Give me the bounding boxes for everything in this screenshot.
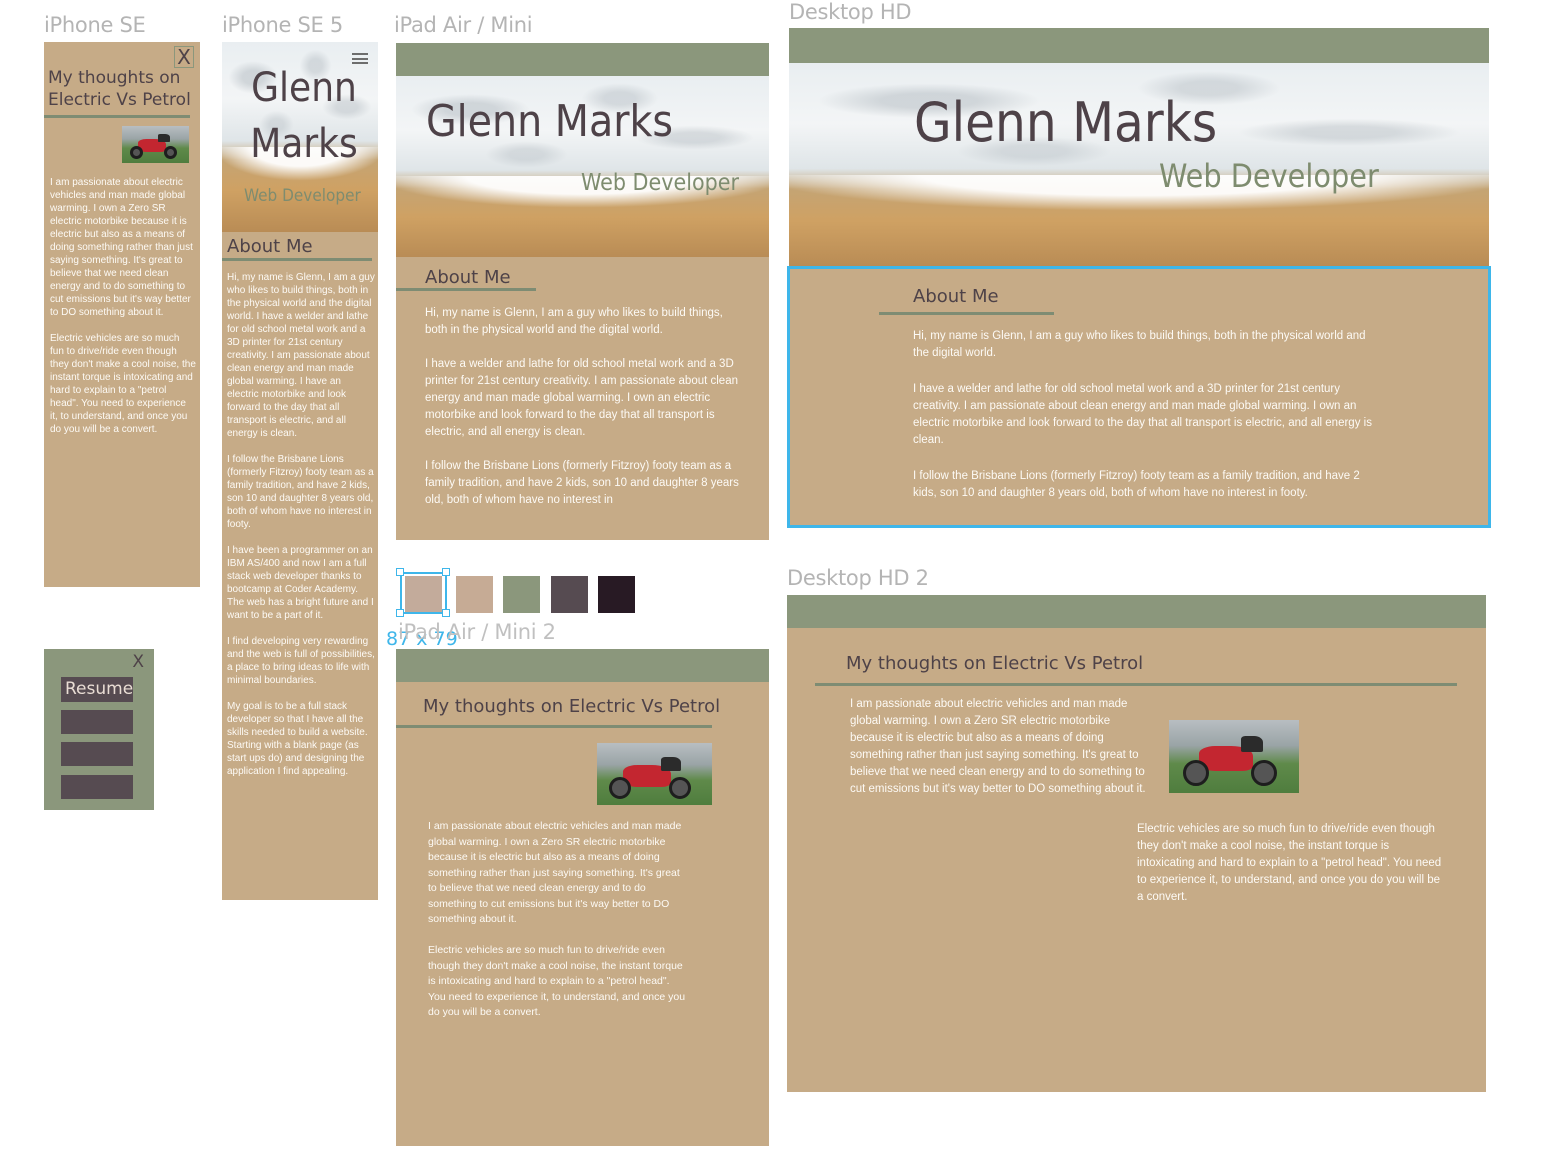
article-body: I am passionate about electric vehicles … (50, 176, 196, 436)
color-swatch-3[interactable] (503, 576, 540, 613)
selection-box[interactable] (400, 572, 447, 614)
frame-label-desktop: Desktop HD (789, 0, 912, 24)
article-body-secondary: Electric vehicles are so much fun to dri… (1137, 821, 1447, 906)
hero-role: Web Developer (244, 186, 361, 206)
top-bar (396, 649, 769, 682)
close-icon[interactable]: X (174, 46, 194, 68)
paragraph: I have been a programmer on an IBM AS/40… (227, 545, 374, 621)
hero-role: Web Developer (1159, 157, 1379, 195)
frame-label-ipad2: iPad Air / Mini 2 (398, 620, 556, 644)
paragraph: My goal is to be a full stack developer … (227, 701, 368, 777)
paragraph: Hi, my name is Glenn, I am a guy who lik… (425, 307, 723, 336)
frame-iphone-se[interactable]: X My thoughts on Electric Vs Petrol I am… (44, 42, 200, 587)
frame-desktop2[interactable]: My thoughts on Electric Vs Petrol I am p… (787, 595, 1486, 1092)
paragraph: Hi, my name is Glenn, I am a guy who lik… (227, 272, 375, 439)
selected-section-outline[interactable] (787, 266, 1491, 528)
menu-item[interactable] (61, 710, 133, 734)
paragraph: I am passionate about electric vehicles … (50, 177, 193, 318)
title-underline (815, 683, 1457, 686)
title-underline (396, 725, 712, 728)
frame-label-iphone-se: iPhone SE (44, 13, 146, 37)
frame-label-ipad: iPad Air / Mini (394, 13, 533, 37)
frame-iphone-se5[interactable]: Glenn Marks Web Developer About Me Hi, m… (222, 42, 378, 900)
color-swatch-5[interactable] (598, 576, 635, 613)
about-body: Hi, my name is Glenn, I am a guy who lik… (425, 305, 741, 509)
frame-ipad2[interactable]: My thoughts on Electric Vs Petrol I am p… (396, 649, 769, 1146)
resize-handle[interactable] (396, 609, 404, 617)
frame-iphone-se-menu[interactable]: X Resume (44, 649, 154, 810)
article-title: My thoughts on Electric Vs Petrol (423, 696, 721, 717)
paragraph: I am passionate about electric vehicles … (428, 820, 682, 925)
resize-handle[interactable] (396, 568, 404, 576)
article-title: My thoughts on Electric Vs Petrol (846, 653, 1144, 674)
close-icon[interactable]: X (132, 652, 144, 672)
hero-banner: Glenn Marks Web Developer (789, 63, 1489, 266)
frame-label-desktop2: Desktop HD 2 (787, 566, 929, 590)
color-swatch-2[interactable] (456, 576, 493, 613)
section-title: About Me (425, 267, 511, 288)
menu-item-label: Resume (65, 679, 134, 699)
menu-item-resume[interactable]: Resume (61, 677, 133, 702)
motorbike-photo (597, 743, 712, 805)
article-body: I am passionate about electric vehicles … (428, 819, 686, 1021)
section-underline (396, 288, 536, 291)
motorbike-photo (122, 126, 189, 163)
color-swatch-4[interactable] (551, 576, 588, 613)
article-title: My thoughts on Electric Vs Petrol (48, 68, 191, 110)
paragraph: I am passionate about electric vehicles … (850, 698, 1146, 795)
hero-name: Glenn Marks (426, 96, 674, 147)
paragraph: I follow the Brisbane Lions (formerly Fi… (227, 454, 374, 530)
title-underline (44, 115, 190, 118)
paragraph: I follow the Brisbane Lions (formerly Fi… (425, 460, 739, 506)
paragraph: Electric vehicles are so much fun to dri… (50, 333, 196, 435)
hero-banner: Glenn Marks Web Developer (222, 42, 378, 232)
menu-item[interactable] (61, 775, 133, 799)
resize-handle[interactable] (442, 568, 450, 576)
frame-ipad[interactable]: Glenn Marks Web Developer About Me Hi, m… (396, 43, 769, 540)
paragraph: I find developing very rewarding and the… (227, 636, 375, 686)
paragraph: I have a welder and lathe for old school… (425, 358, 738, 438)
resize-handle[interactable] (442, 609, 450, 617)
about-body: Hi, my name is Glenn, I am a guy who lik… (227, 271, 375, 778)
hero-role: Web Developer (581, 170, 739, 196)
motorbike-photo (1169, 720, 1299, 793)
frame-label-iphone-se5: iPhone SE 5 (222, 13, 343, 37)
top-bar (787, 595, 1486, 628)
top-bar (789, 28, 1489, 63)
section-title: About Me (227, 236, 313, 257)
top-bar (396, 43, 769, 76)
hero-name: Glenn Marks (250, 65, 358, 167)
hero-banner: Glenn Marks Web Developer (396, 76, 769, 257)
menu-item[interactable] (61, 742, 133, 766)
paragraph: Electric vehicles are so much fun to dri… (1137, 823, 1442, 903)
section-underline (222, 258, 372, 261)
hero-name: Glenn Marks (914, 91, 1218, 154)
paragraph: Electric vehicles are so much fun to dri… (428, 944, 686, 1018)
article-body: I am passionate about electric vehicles … (850, 696, 1150, 798)
